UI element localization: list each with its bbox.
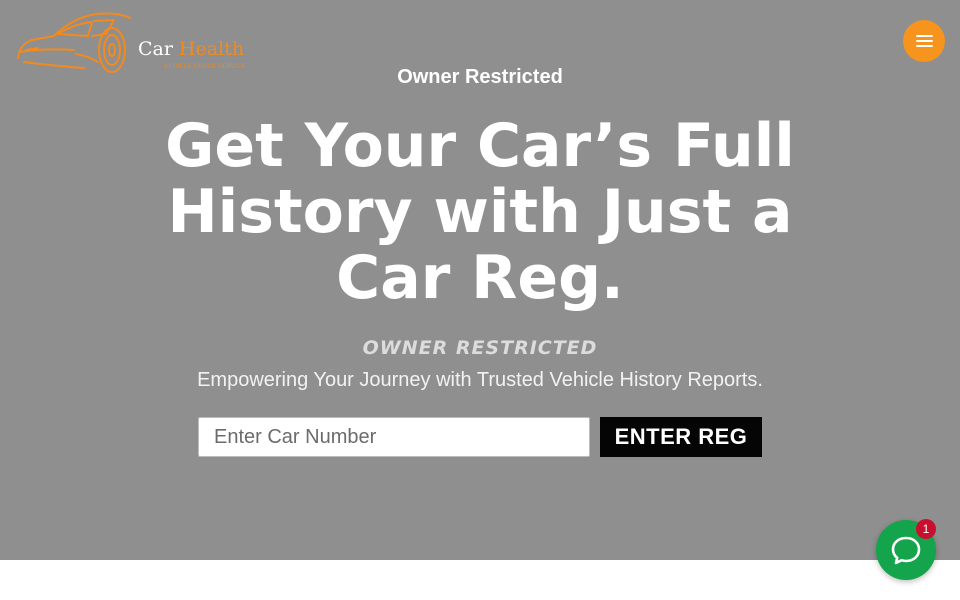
eyebrow-text: Owner Restricted: [397, 66, 563, 88]
hamburger-icon: [915, 35, 933, 47]
chat-bubble-icon: [891, 536, 921, 565]
notification-badge: 1: [916, 519, 936, 539]
car-number-input[interactable]: [198, 417, 590, 457]
brand-word-health: Health: [179, 38, 245, 60]
hero-headline: Get Your Car’s Full History with Just a …: [165, 111, 795, 313]
hero-section: Car Health VEHICLE CHECK SERVICE Owner R…: [0, 0, 960, 560]
brand-name: Car Health: [138, 38, 244, 60]
enter-reg-button[interactable]: ENTER REG: [600, 417, 762, 457]
hero-subtitle: OWNER RESTRICTED: [362, 337, 598, 359]
menu-button[interactable]: [903, 20, 945, 62]
hero-tagline: Empowering Your Journey with Trusted Veh…: [197, 369, 763, 391]
brand-word-car: Car: [138, 38, 173, 60]
